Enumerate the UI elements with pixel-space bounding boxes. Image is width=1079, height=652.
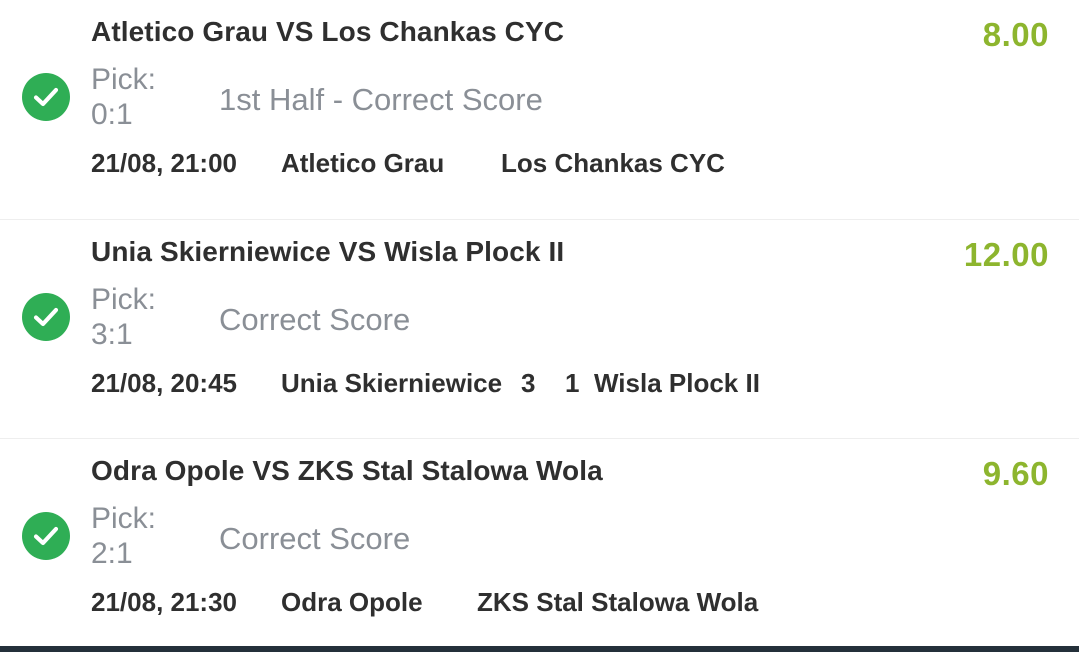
match-title: Odra Opole VS ZKS Stal Stalowa Wola [91,455,603,486]
home-team: Unia Skierniewice [281,368,503,398]
bottom-bar [0,646,1079,652]
bet-selection-list: Atletico Grau VS Los Chankas CYC 8.00 Pi… [0,0,1079,652]
away-team: Wisla Plock II [594,368,760,398]
away-team: Los Chankas CYC [501,148,725,178]
match-datetime: 21/08, 21:00 [91,148,238,178]
home-team: Atletico Grau [281,148,445,178]
home-score: 3 [521,368,536,398]
match-datetime: 21/08, 21:30 [91,587,238,617]
pick-value: 2:1 [91,537,133,570]
match-title: Atletico Grau VS Los Chankas CYC [91,16,565,47]
odds-value: 9.60 [982,455,1049,492]
odds-value: 12.00 [963,236,1049,273]
match-title: Unia Skierniewice VS Wisla Plock II [91,236,565,267]
pick-value: 0:1 [91,98,133,131]
bet-selection[interactable]: Odra Opole VS ZKS Stal Stalowa Wola 9.60… [0,438,1079,652]
check-circle-icon [22,293,70,341]
pick-label: Pick: [91,502,157,535]
bet-selection[interactable]: Unia Skierniewice VS Wisla Plock II 12.0… [0,219,1079,438]
home-team: Odra Opole [281,587,423,617]
bet-selection[interactable]: Atletico Grau VS Los Chankas CYC 8.00 Pi… [0,0,1079,219]
odds-value: 8.00 [982,16,1049,53]
pick-label: Pick: [91,283,157,316]
pick-value: 3:1 [91,318,133,351]
match-datetime: 21/08, 20:45 [91,368,238,398]
pick-label: Pick: [91,63,157,96]
market-name: Correct Score [219,302,411,337]
check-circle-icon [22,512,70,560]
market-name: 1st Half - Correct Score [219,82,543,117]
away-score: 1 [565,368,580,398]
market-name: Correct Score [219,521,411,556]
check-circle-icon [22,73,70,121]
away-team: ZKS Stal Stalowa Wola [477,587,759,617]
